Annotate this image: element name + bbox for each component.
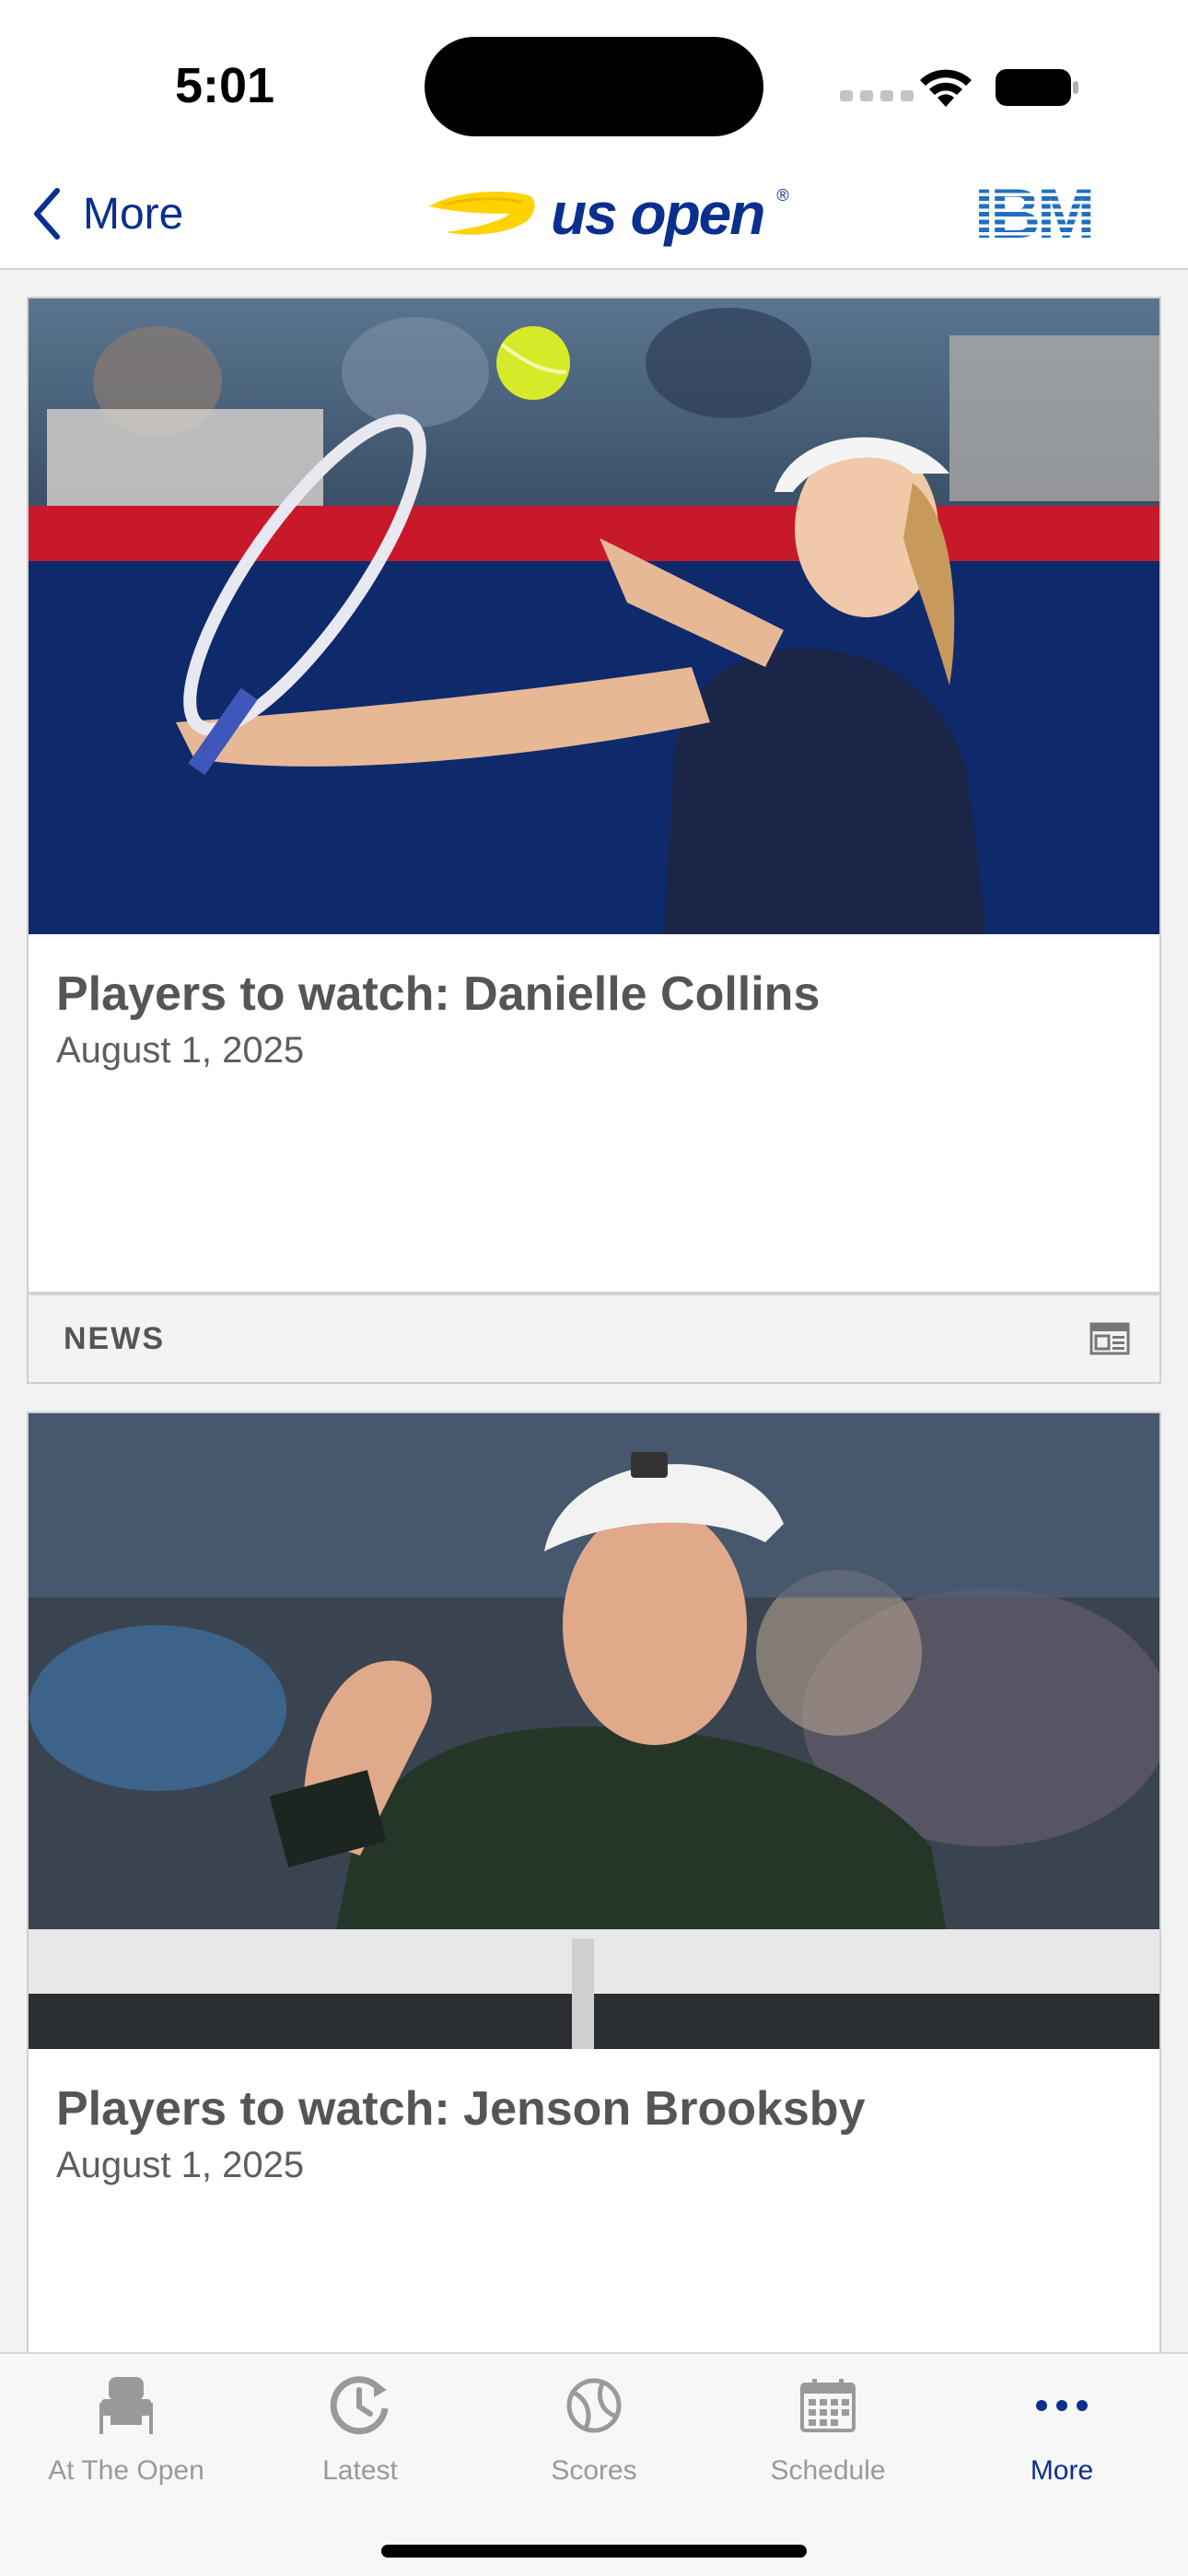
wifi-icon — [920, 69, 972, 107]
status-bar: 5:01 — [0, 0, 1188, 157]
tab-label: Scores — [551, 2455, 637, 2486]
tab-label: At The Open — [48, 2455, 204, 2486]
us-open-logo: us open ® — [425, 177, 789, 251]
svg-text:IBM: IBM — [974, 181, 1091, 243]
news-feed[interactable]: Players to watch: Danielle Collins Augus… — [27, 297, 1161, 2436]
clock-refresh-icon — [330, 2376, 389, 2435]
back-label: More — [83, 189, 184, 239]
article-title: Players to watch: Danielle Collins — [56, 967, 821, 1021]
home-indicator[interactable] — [381, 2545, 807, 2558]
stadium-seat-icon — [99, 2377, 153, 2434]
article-card[interactable]: Players to watch: Jenson Brooksby August… — [27, 1411, 1161, 2408]
player-photo — [29, 299, 1159, 934]
article-title: Players to watch: Jenson Brooksby — [56, 2082, 866, 2136]
ibm-logo: IBM — [974, 181, 1095, 243]
calendar-icon — [800, 2379, 856, 2432]
article-photo — [29, 299, 1159, 934]
article-footer: NEWS — [29, 1292, 1159, 1382]
tab-label: More — [1030, 2455, 1094, 2486]
article-date: August 1, 2025 — [56, 1030, 305, 1071]
dynamic-island — [425, 37, 763, 136]
tab-schedule[interactable]: Schedule — [722, 2369, 934, 2487]
tab-at-the-open[interactable]: At The Open — [20, 2369, 232, 2487]
tennis-ball-flame-icon — [429, 192, 535, 235]
tab-bar: At The Open Latest Scores Schedule More — [0, 2352, 1188, 2576]
more-dots-icon — [1036, 2400, 1088, 2411]
tab-more[interactable]: More — [956, 2369, 1168, 2487]
article-icon — [1089, 1322, 1130, 1355]
tab-latest[interactable]: Latest — [254, 2369, 466, 2487]
article-date: August 1, 2025 — [56, 2145, 305, 2186]
player-photo — [29, 1413, 1159, 2049]
tab-label: Latest — [322, 2455, 398, 2486]
back-button[interactable]: More — [31, 177, 183, 251]
battery-icon — [996, 69, 1078, 106]
logo-text: us open — [551, 181, 765, 247]
cellular-signal-icon — [840, 90, 914, 101]
chevron-left-icon — [34, 188, 60, 240]
tab-scores[interactable]: Scores — [488, 2369, 700, 2487]
tennis-ball-icon — [566, 2378, 622, 2433]
article-tag: NEWS — [64, 1320, 165, 1356]
navigation-bar: More us open ® IBM — [0, 157, 1188, 270]
article-card[interactable]: Players to watch: Danielle Collins Augus… — [27, 297, 1161, 1384]
registered-mark: ® — [776, 186, 789, 205]
article-photo — [29, 1413, 1159, 2049]
status-time: 5:01 — [175, 58, 275, 113]
article-body: Players to watch: Danielle Collins Augus… — [29, 934, 1159, 1292]
tab-label: Schedule — [770, 2455, 886, 2486]
